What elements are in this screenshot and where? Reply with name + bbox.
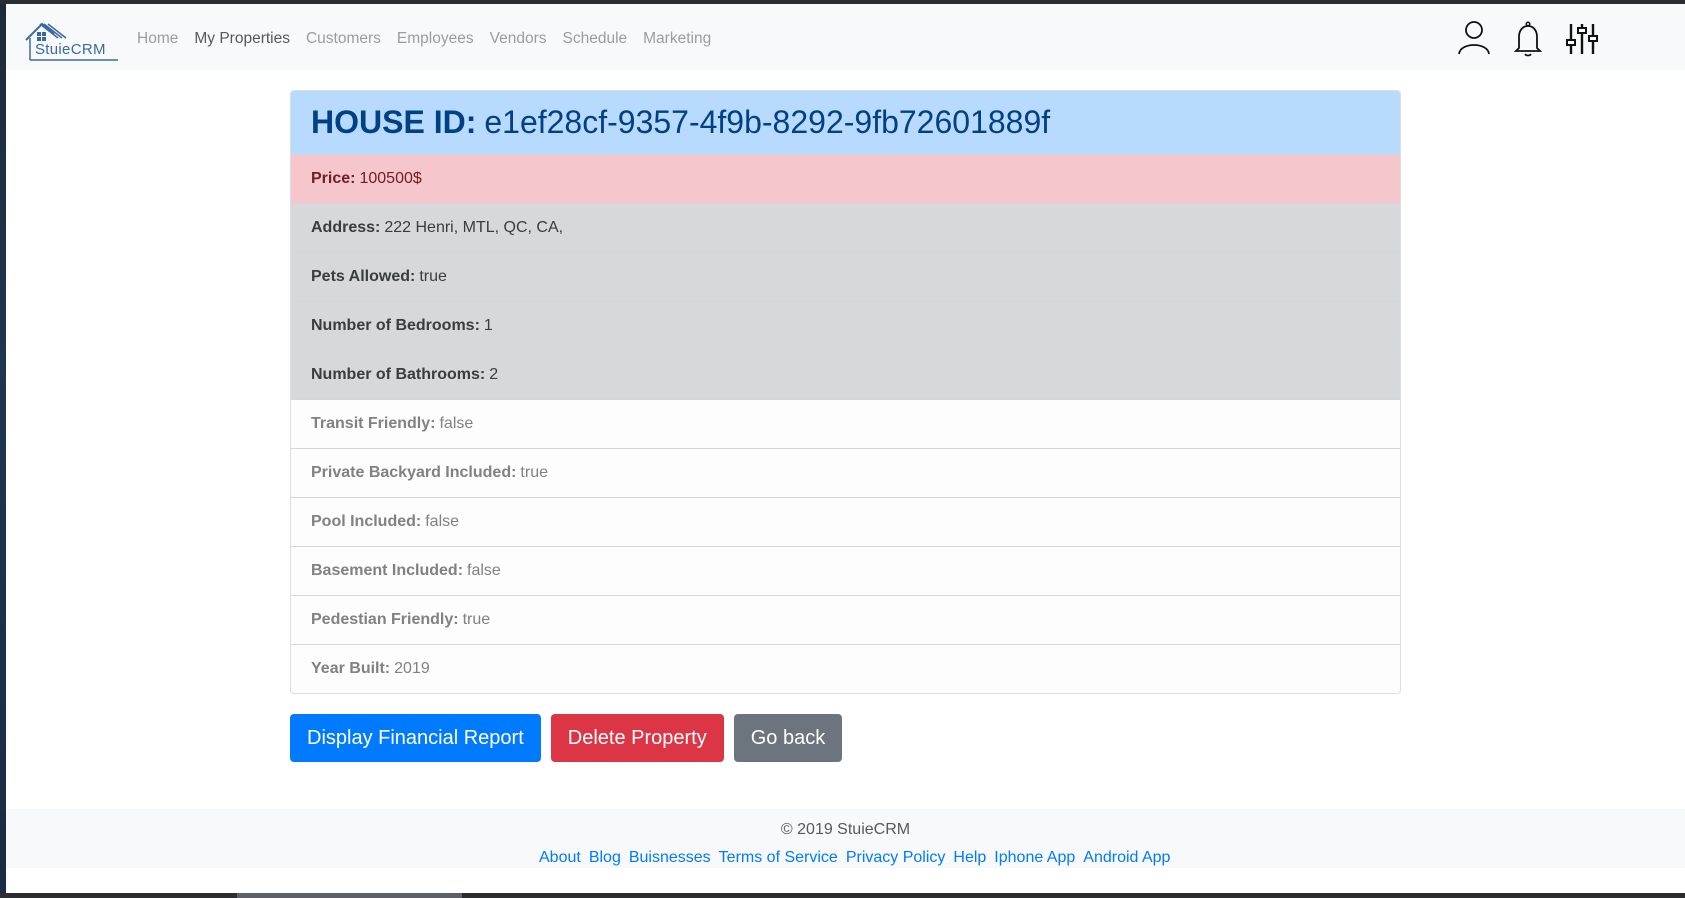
- nav-icons: [1454, 18, 1616, 58]
- field-label: Pedestian Friendly:: [311, 611, 459, 628]
- sliders-icon[interactable]: [1562, 18, 1602, 58]
- nav-vendors[interactable]: Vendors: [490, 30, 547, 48]
- field-label: Private Backyard Included:: [311, 464, 517, 481]
- footer-link-iphone-app[interactable]: Iphone App: [994, 849, 1075, 867]
- footer-link-privacy[interactable]: Privacy Policy: [846, 849, 946, 867]
- nav-marketing[interactable]: Marketing: [643, 30, 711, 48]
- field-value: 222 Henri, MTL, QC, CA,: [384, 219, 564, 236]
- field-address: Address: 222 Henri, MTL, QC, CA,: [291, 203, 1400, 252]
- user-icon[interactable]: [1454, 18, 1494, 58]
- house-id-value: e1ef28cf-9357-4f9b-8292-9fb72601889f: [484, 104, 1051, 140]
- footer-link-android-app[interactable]: Android App: [1083, 849, 1170, 867]
- field-label: Number of Bathrooms:: [311, 366, 486, 383]
- field-value: true: [520, 464, 548, 481]
- footer-link-businesses[interactable]: Buisnesses: [629, 849, 711, 867]
- property-details-list: HOUSE ID: e1ef28cf-9357-4f9b-8292-9fb726…: [290, 90, 1401, 694]
- field-value: 2: [489, 366, 499, 383]
- field-transit-friendly: Transit Friendly: false: [291, 399, 1400, 448]
- browser-page: StuieCRM Home My Properties Customers Em…: [6, 4, 1685, 893]
- field-value: 100500$: [359, 170, 422, 187]
- footer-link-terms[interactable]: Terms of Service: [719, 849, 838, 867]
- field-value: false: [439, 415, 474, 432]
- brand-logo[interactable]: StuieCRM: [22, 18, 122, 62]
- field-label: Pets Allowed:: [311, 268, 416, 285]
- footer-link-about[interactable]: About: [539, 849, 581, 867]
- navbar: StuieCRM Home My Properties Customers Em…: [6, 4, 1685, 70]
- nav-customers[interactable]: Customers: [306, 30, 381, 48]
- field-label: Address:: [311, 219, 381, 236]
- window-bottom-edge: [0, 893, 1685, 898]
- house-id-header: HOUSE ID: e1ef28cf-9357-4f9b-8292-9fb726…: [291, 91, 1400, 154]
- nav-employees[interactable]: Employees: [397, 30, 474, 48]
- field-price: Price: 100500$: [291, 154, 1400, 203]
- bell-icon[interactable]: [1508, 18, 1548, 58]
- go-back-button[interactable]: Go back: [733, 714, 843, 762]
- field-basement: Basement Included: false: [291, 546, 1400, 595]
- field-pets-allowed: Pets Allowed: true: [291, 252, 1400, 301]
- footer-link-help[interactable]: Help: [953, 849, 986, 867]
- field-label: Number of Bedrooms:: [311, 317, 480, 334]
- field-label: Basement Included:: [311, 562, 464, 579]
- field-bedrooms: Number of Bedrooms: 1: [291, 301, 1400, 350]
- field-pedestrian-friendly: Pedestian Friendly: true: [291, 595, 1400, 644]
- field-value: true: [462, 611, 491, 628]
- display-financial-report-button[interactable]: Display Financial Report: [290, 714, 541, 762]
- delete-property-button[interactable]: Delete Property: [550, 714, 724, 762]
- field-label: Transit Friendly:: [311, 415, 436, 432]
- footer-link-blog[interactable]: Blog: [589, 849, 621, 867]
- field-label: Year Built:: [311, 660, 391, 677]
- field-year-built: Year Built: 2019: [291, 644, 1400, 693]
- field-label: Pool Included:: [311, 513, 422, 530]
- nav-schedule[interactable]: Schedule: [563, 30, 628, 48]
- horizontal-scrollbar[interactable]: [237, 893, 462, 898]
- field-label: Price:: [311, 170, 356, 187]
- copyright: © 2019 StuieCRM: [780, 821, 911, 838]
- field-value: 2019: [394, 660, 430, 677]
- action-buttons: Display Financial Report Delete Property…: [290, 714, 852, 762]
- footer-links: About Blog Buisnesses Terms of Service P…: [539, 849, 1178, 867]
- house-id-label: HOUSE ID:: [311, 104, 477, 140]
- field-value: 1: [483, 317, 493, 334]
- field-pool: Pool Included: false: [291, 497, 1400, 546]
- nav-my-properties[interactable]: My Properties: [194, 30, 290, 48]
- main-nav: Home My Properties Customers Employees V…: [137, 30, 727, 48]
- field-bathrooms: Number of Bathrooms: 2: [291, 350, 1400, 399]
- field-value: true: [419, 268, 447, 285]
- field-value: false: [425, 513, 460, 530]
- nav-home[interactable]: Home: [137, 30, 178, 48]
- field-value: false: [467, 562, 501, 579]
- field-private-backyard: Private Backyard Included: true: [291, 448, 1400, 497]
- brand-name: StuieCRM: [35, 41, 106, 58]
- footer: © 2019 StuieCRM About Blog Buisnesses Te…: [6, 809, 1685, 868]
